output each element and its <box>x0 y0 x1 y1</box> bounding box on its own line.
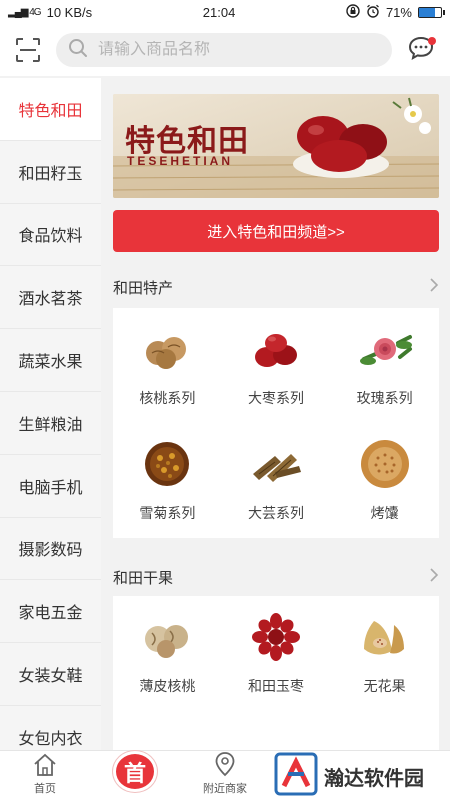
snow-chrysanthemum-icon <box>136 438 198 495</box>
product-category-item[interactable]: 核桃系列 <box>113 308 222 423</box>
category-banner[interactable]: 特色和田 TESEHETIAN <box>113 94 439 198</box>
sidebar-item-fresh-grain-oil[interactable]: 生鲜粮油 <box>0 392 101 455</box>
alarm-icon <box>366 4 380 21</box>
item-label: 核桃系列 <box>139 390 196 406</box>
watermark-logo-icon <box>274 752 318 800</box>
home-icon <box>32 753 58 780</box>
product-category-item[interactable]: 大枣系列 <box>222 308 331 423</box>
sidebar-item-photo-digital[interactable]: 摄影数码 <box>0 518 101 581</box>
jujube-icon <box>245 323 307 380</box>
search-icon <box>68 38 88 63</box>
item-label: 玫瑰系列 <box>356 390 413 406</box>
item-label: 薄皮核桃 <box>139 678 196 694</box>
enter-channel-button[interactable]: 进入特色和田频道>> <box>113 210 439 252</box>
section-title: 和田特产 <box>113 279 174 297</box>
fig-icon <box>354 611 416 668</box>
item-label: 和田玉枣 <box>247 678 304 694</box>
lock-rotation-icon <box>346 3 360 21</box>
item-label: 大芸系列 <box>247 505 304 521</box>
battery-icon <box>417 6 445 18</box>
chevron-right-icon <box>429 567 439 587</box>
status-time: 21:04 <box>202 4 236 20</box>
sidebar-item-womens-bags-underwear[interactable]: 女包内衣 <box>0 706 101 750</box>
sidebar-item-vegetables-fruits[interactable]: 蔬菜水果 <box>0 329 101 392</box>
nav-home-label: 首页 <box>34 783 56 795</box>
battery-fill <box>418 7 435 17</box>
search-header <box>0 24 450 76</box>
watermark: 瀚达软件园 <box>274 752 450 800</box>
sidebar-item-computers-phones[interactable]: 电脑手机 <box>0 455 101 518</box>
nav-nearby-label: 附近商家 <box>203 783 247 795</box>
section-title: 和田干果 <box>113 569 174 587</box>
nav-nearby-merchants[interactable]: 附近商家 <box>180 751 270 800</box>
nav-home-badge[interactable]: 首 <box>90 751 180 800</box>
location-pin-icon <box>214 751 236 780</box>
status-bar: ▂▄▆ 4G 10 KB/s 21:04 71% <box>0 0 450 24</box>
product-category-item[interactable]: 雪菊系列 <box>113 423 222 538</box>
nav-home[interactable]: 首页 <box>0 751 90 800</box>
sidebar-item-womens-clothing-shoes[interactable]: 女装女鞋 <box>0 643 101 706</box>
product-category-item[interactable]: 烤馕 <box>330 423 439 538</box>
product-category-item[interactable]: 和田玉枣 <box>222 596 331 711</box>
notification-dot <box>428 37 436 45</box>
item-label: 无花果 <box>363 678 406 694</box>
cistanche-icon <box>245 438 307 495</box>
banner-subtitle: TESEHETIAN <box>127 154 234 168</box>
product-category-item[interactable]: 玫瑰系列 <box>330 308 439 423</box>
product-category-item[interactable]: 大芸系列 <box>222 423 331 538</box>
scan-icon[interactable] <box>14 36 42 64</box>
walnut-icon <box>136 323 198 380</box>
status-left: ▂▄▆ 4G 10 KB/s <box>8 5 92 20</box>
sidebar-item-food-drinks[interactable]: 食品饮料 <box>0 204 101 267</box>
product-category-item[interactable]: 薄皮核桃 <box>113 596 222 711</box>
message-button[interactable] <box>406 35 436 65</box>
chevron-right-icon <box>429 277 439 297</box>
search-input[interactable] <box>98 41 358 59</box>
item-label: 雪菊系列 <box>139 505 196 521</box>
search-bar[interactable] <box>56 33 392 67</box>
section-card-hetian-specialties: 核桃系列 大枣系列 玫瑰系列 雪菊系列 大芸系列 烤馕 <box>113 308 439 538</box>
thin-walnut-icon <box>136 611 198 668</box>
category-sidebar: 特色和田 和田籽玉 食品饮料 酒水茗茶 蔬菜水果 生鲜粮油 电脑手机 摄影数码 … <box>0 78 101 750</box>
sidebar-item-special-hetian[interactable]: 特色和田 <box>0 78 101 141</box>
section-header-hetian-dried-fruit[interactable]: 和田干果 <box>113 566 439 588</box>
sidebar-item-liquor-tea[interactable]: 酒水茗茶 <box>0 266 101 330</box>
signal-icon: ▂▄▆ 4G <box>8 6 42 18</box>
jade-jujube-icon <box>245 611 307 668</box>
section-card-hetian-dried-fruit: 薄皮核桃 和田玉枣 无花果 <box>113 596 439 750</box>
network-speed: 10 KB/s <box>46 4 93 20</box>
item-label: 大枣系列 <box>247 390 304 406</box>
naan-icon <box>354 438 416 495</box>
item-label: 烤馕 <box>370 505 399 521</box>
rose-icon <box>354 323 416 380</box>
watermark-text: 瀚达软件园 <box>324 767 424 790</box>
section-header-hetian-specialties[interactable]: 和田特产 <box>113 276 439 298</box>
home-badge-icon: 首 <box>113 751 157 792</box>
sidebar-item-appliances-hardware[interactable]: 家电五金 <box>0 580 101 644</box>
product-category-item[interactable]: 无花果 <box>330 596 439 711</box>
main-content: 特色和田 TESEHETIAN 进入特色和田频道>> 和田特产 核桃系列 大枣系… <box>101 78 450 750</box>
battery-percent: 71% <box>385 4 412 20</box>
sidebar-item-hetian-jade[interactable]: 和田籽玉 <box>0 141 101 204</box>
status-right: 71% <box>346 3 445 21</box>
